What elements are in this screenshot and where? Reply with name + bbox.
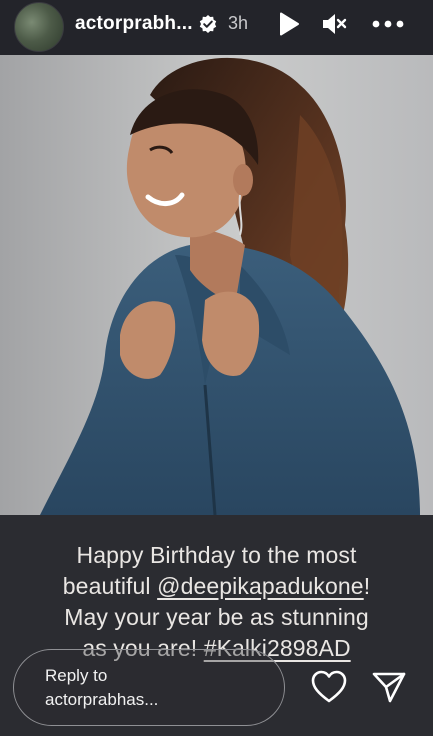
portrait-image — [0, 55, 433, 515]
story-header: actorprabh... 3h — [0, 0, 433, 55]
muted-speaker-icon[interactable] — [320, 10, 348, 38]
caption-text: beautiful — [62, 573, 158, 599]
caption-line-3: May your year be as stunning — [64, 604, 369, 630]
verified-badge-icon — [199, 15, 217, 33]
caption-line-1: Happy Birthday to the most — [76, 542, 357, 568]
story-timestamp: 3h — [228, 13, 249, 33]
reply-placeholder-line-2: actorprabhas... — [45, 690, 159, 709]
reply-input[interactable]: Reply to actorprabhas... — [13, 649, 285, 726]
heart-icon[interactable] — [310, 669, 348, 705]
story-photo — [0, 55, 433, 515]
story-caption: Happy Birthday to the most beautiful @de… — [0, 540, 433, 664]
caption-line-2: beautiful @deepikapadukone! — [0, 571, 433, 602]
send-icon[interactable] — [371, 669, 407, 705]
story-username[interactable]: actorprabh... — [75, 13, 193, 35]
avatar[interactable] — [14, 2, 64, 52]
reply-placeholder-line-1: Reply to — [45, 666, 108, 685]
more-options-icon[interactable] — [371, 10, 405, 38]
mention-link[interactable]: @deepikapadukone — [157, 573, 364, 599]
play-icon[interactable] — [274, 10, 302, 38]
caption-text: ! — [363, 573, 371, 599]
